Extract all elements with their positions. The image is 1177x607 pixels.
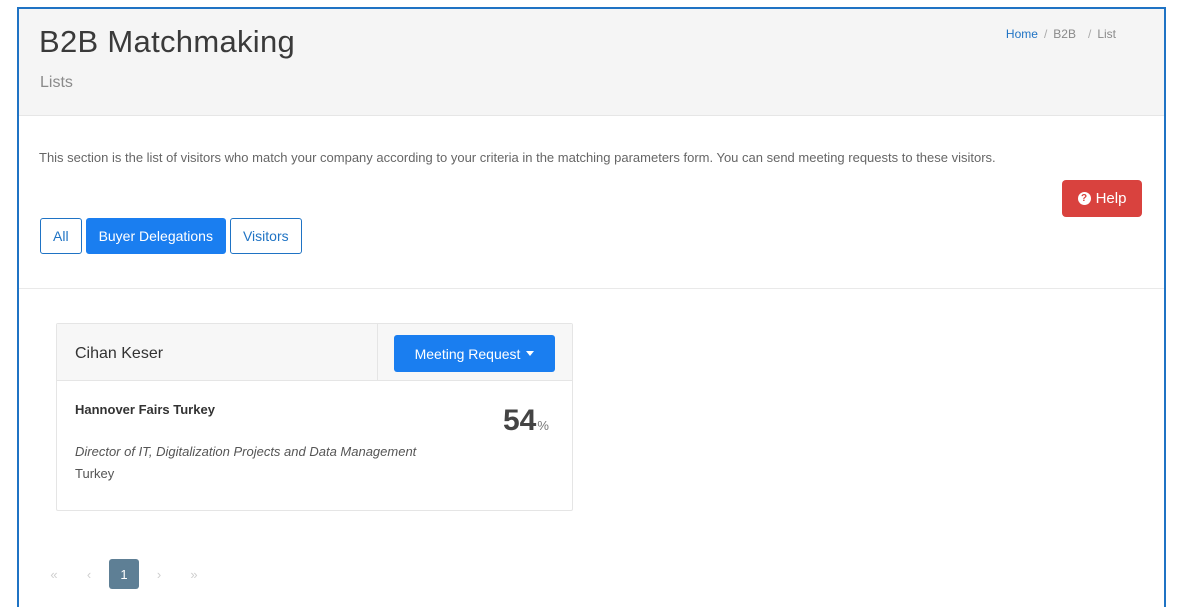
help-button-label: Help xyxy=(1095,190,1127,207)
job-title: Director of IT, Digitalization Projects … xyxy=(75,444,417,459)
pagination-last[interactable]: » xyxy=(179,559,209,589)
page-frame: B2B Matchmaking Lists Home / B2B / List This… xyxy=(17,7,1166,607)
pagination-page-1[interactable]: 1 xyxy=(109,559,139,589)
breadcrumb-separator: / xyxy=(1087,27,1092,41)
filter-buyer-delegations-button[interactable]: Buyer Delegations xyxy=(85,218,226,254)
section-description: This section is the list of visitors who… xyxy=(39,150,996,165)
match-score-value: 54 xyxy=(503,404,537,437)
help-button[interactable]: ? Help xyxy=(1062,180,1142,217)
pagination: « ‹ 1 › » xyxy=(39,559,209,589)
question-circle-icon: ? xyxy=(1077,192,1091,205)
breadcrumb-home[interactable]: Home xyxy=(1006,27,1038,41)
page-title: B2B Matchmaking xyxy=(39,24,296,59)
visitor-card: Cihan Keser Meeting Request Hannover Fai… xyxy=(56,323,573,511)
filter-button-group: All Buyer Delegations Visitors xyxy=(40,218,302,254)
visitor-card-header: Cihan Keser Meeting Request xyxy=(57,324,572,381)
filter-visitors-button[interactable]: Visitors xyxy=(229,218,302,254)
visitor-name: Cihan Keser xyxy=(75,345,164,362)
page-subtitle: Lists xyxy=(40,74,73,91)
match-score: 54% xyxy=(503,404,549,438)
pagination-next[interactable]: › xyxy=(144,559,174,589)
card-header-divider xyxy=(377,324,378,380)
pagination-prev[interactable]: ‹ xyxy=(74,559,104,589)
breadcrumb-separator: / xyxy=(1043,27,1048,41)
match-score-unit: % xyxy=(537,418,549,433)
country: Turkey xyxy=(75,466,115,481)
meeting-request-button[interactable]: Meeting Request xyxy=(394,335,555,372)
pagination-first[interactable]: « xyxy=(39,559,69,589)
breadcrumb-list: List xyxy=(1097,27,1116,41)
page-header: B2B Matchmaking Lists Home / B2B / List xyxy=(19,9,1164,116)
breadcrumb-b2b[interactable]: B2B xyxy=(1053,27,1076,41)
section-divider xyxy=(19,288,1164,289)
caret-down-icon xyxy=(526,351,535,356)
company-name: Hannover Fairs Turkey xyxy=(75,402,215,417)
breadcrumb: Home / B2B / List xyxy=(1006,27,1116,41)
meeting-request-label: Meeting Request xyxy=(414,345,521,362)
filter-all-button[interactable]: All xyxy=(40,218,82,254)
